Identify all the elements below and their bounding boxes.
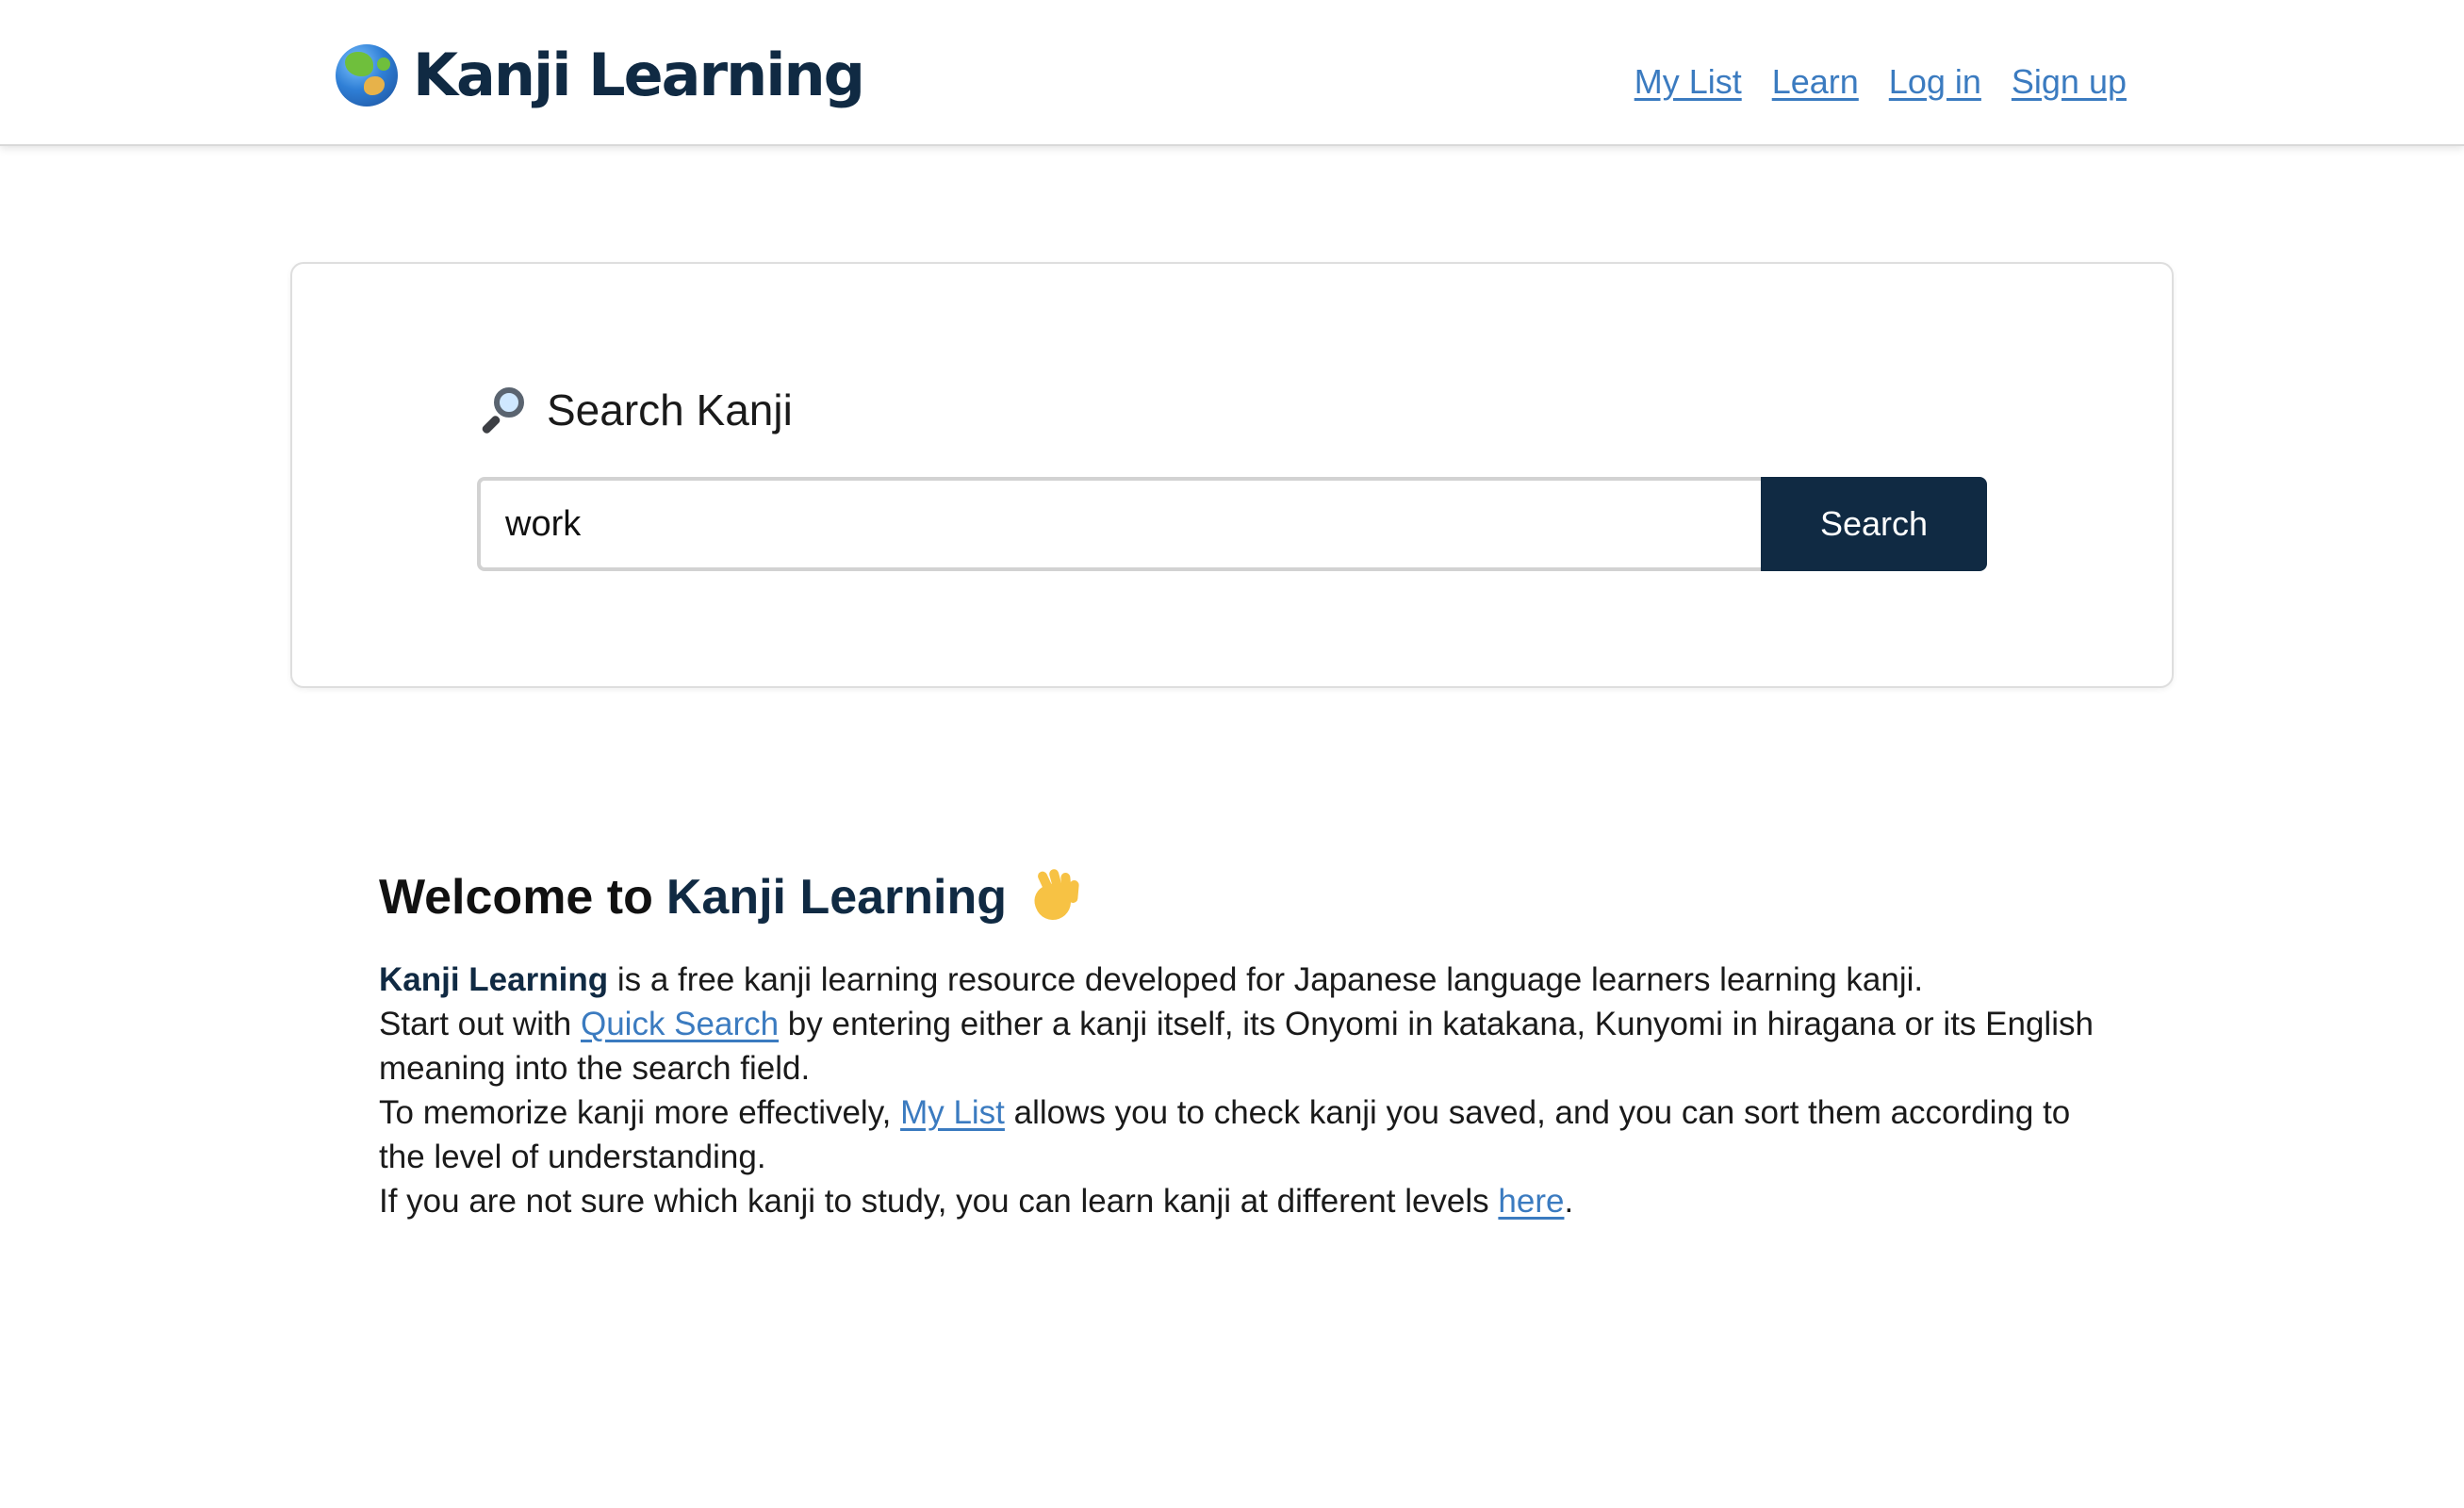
welcome-line-3-start: To memorize kanji more effectively, — [379, 1094, 901, 1131]
site-header: Kanji Learning My List Learn Log in Sign… — [0, 0, 2464, 146]
quick-search-link[interactable]: Quick Search — [581, 1006, 779, 1042]
search-heading-text: Search Kanji — [547, 385, 793, 434]
welcome-line-1-text: is a free kanji learning resource develo… — [608, 961, 1924, 998]
here-link[interactable]: here — [1498, 1183, 1564, 1220]
search-card: Search Kanji Search — [290, 262, 2174, 688]
welcome-line-4-end: . — [1564, 1183, 1574, 1220]
globe-icon — [336, 44, 398, 107]
welcome-title-prefix: Welcome to — [379, 870, 653, 925]
my-list-link[interactable]: My List — [900, 1094, 1005, 1131]
magnifier-icon — [477, 385, 526, 435]
search-form: Search — [477, 477, 1987, 571]
welcome-line-2-start: Start out with — [379, 1006, 581, 1042]
nav-link-my-list[interactable]: My List — [1634, 62, 1742, 102]
welcome-brand-strong: Kanji Learning — [379, 961, 609, 998]
nav-link-learn[interactable]: Learn — [1772, 62, 1859, 102]
welcome-body: Kanji Learning is a free kanji learning … — [379, 958, 2094, 1223]
welcome-line-3: To memorize kanji more effectively, My L… — [379, 1090, 2094, 1179]
welcome-line-4: If you are not sure which kanji to study… — [379, 1179, 2094, 1223]
waving-hand-icon — [1027, 868, 1084, 926]
search-button[interactable]: Search — [1761, 477, 1987, 571]
brand-title: Kanji Learning — [413, 41, 865, 109]
search-heading: Search Kanji — [477, 377, 793, 443]
welcome-line-1: Kanji Learning is a free kanji learning … — [379, 958, 2094, 1002]
welcome-title: Welcome to Kanji Learning — [379, 860, 2094, 935]
search-input[interactable] — [477, 477, 1761, 571]
nav-link-sign-up[interactable]: Sign up — [2012, 62, 2127, 102]
welcome-line-2: Start out with Quick Search by entering … — [379, 1002, 2094, 1090]
nav-link-log-in[interactable]: Log in — [1889, 62, 1981, 102]
welcome-line-4-start: If you are not sure which kanji to study… — [379, 1183, 1499, 1220]
main-nav: My List Learn Log in Sign up — [1634, 62, 2127, 102]
welcome-section: Welcome to Kanji Learning Kanji Learning… — [379, 860, 2094, 1223]
welcome-title-brand: Kanji Learning — [665, 870, 1008, 925]
brand-logo-link[interactable]: Kanji Learning — [336, 38, 865, 113]
